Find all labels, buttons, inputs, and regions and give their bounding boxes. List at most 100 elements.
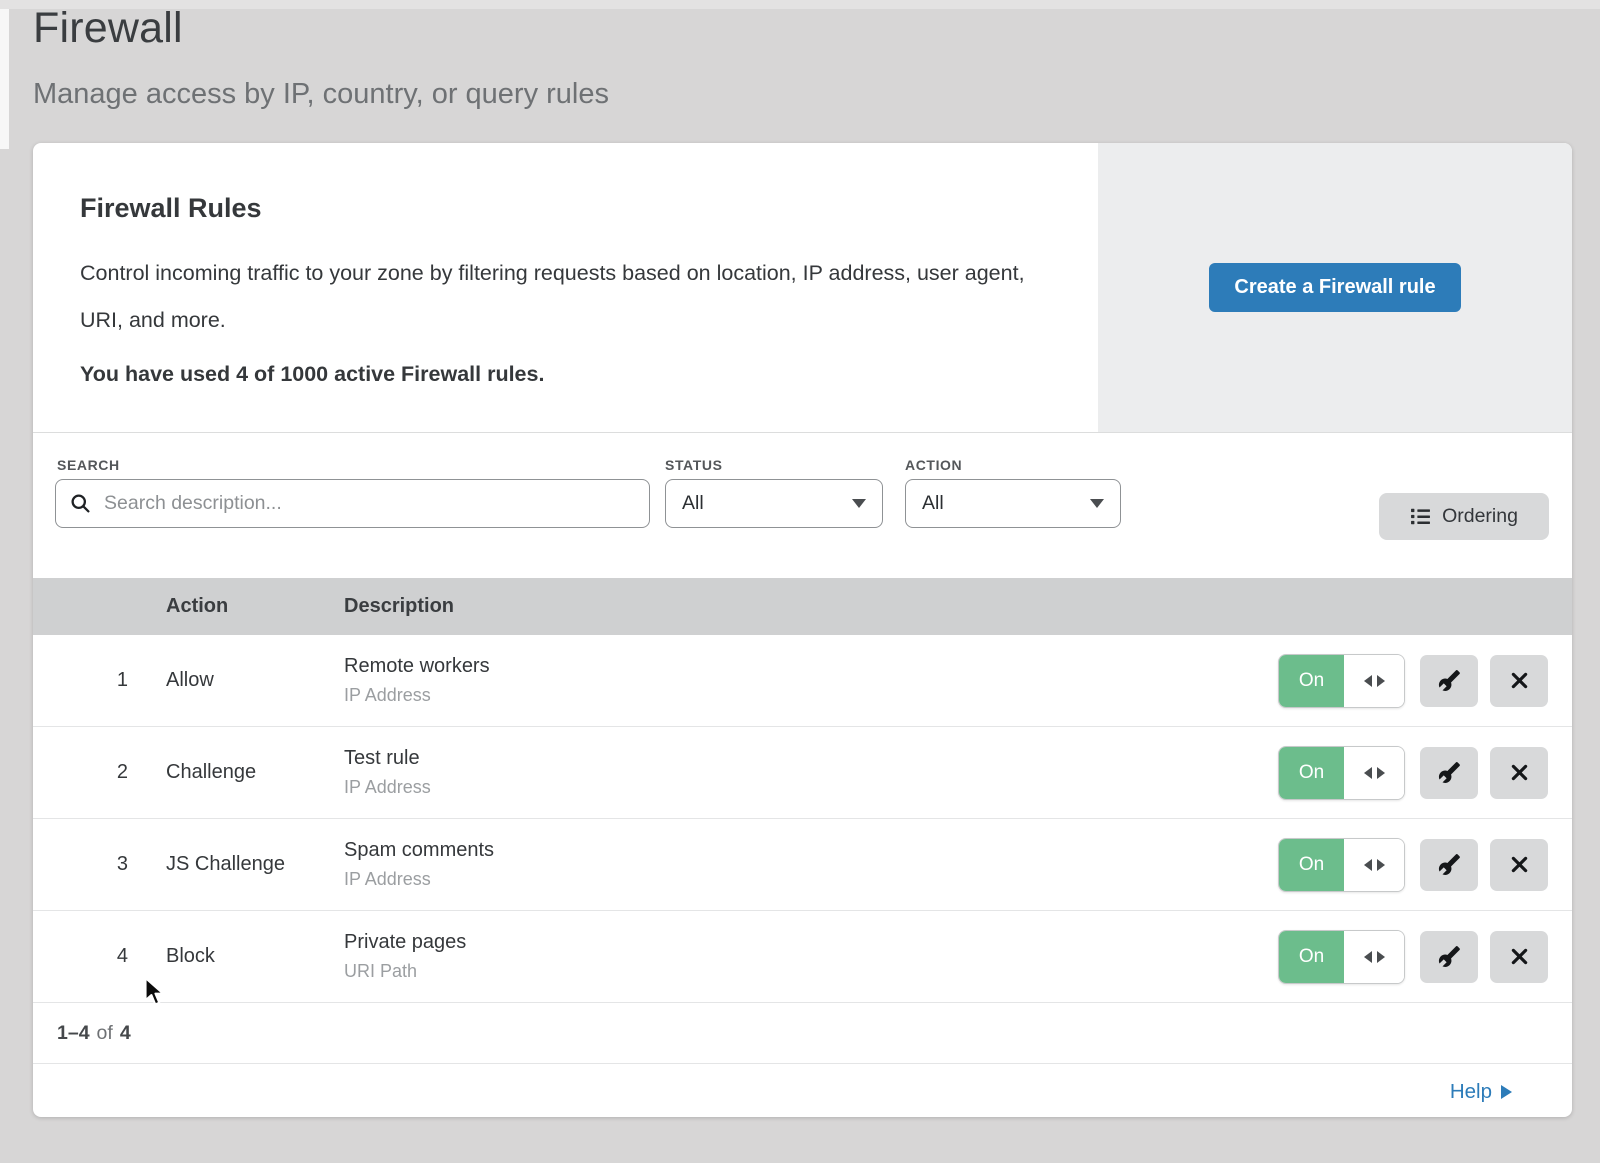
rule-action: Challenge (166, 761, 344, 784)
pagination-range: 1–4 (57, 1022, 90, 1045)
rule-priority: 1 (33, 669, 128, 692)
firewall-rules-card: Firewall Rules Control incoming traffic … (33, 143, 1572, 1117)
pagination-of: of (97, 1022, 113, 1045)
rule-controls: On (1278, 746, 1572, 800)
overview-heading: Firewall Rules (80, 193, 1048, 224)
wrench-icon (1438, 853, 1461, 876)
arrow-left-icon (1364, 859, 1372, 871)
toggle-handle (1344, 839, 1404, 891)
chevron-down-icon (852, 499, 866, 508)
rule-match-type: URI Path (344, 961, 1278, 982)
wrench-icon (1438, 945, 1461, 968)
status-selected-value: All (682, 492, 704, 515)
delete-rule-button[interactable] (1490, 839, 1548, 891)
rule-enabled-toggle[interactable]: On (1278, 930, 1405, 984)
page-left-edge (0, 9, 9, 149)
rule-description: Spam comments (344, 839, 1278, 862)
wrench-icon (1438, 761, 1461, 784)
action-selected-value: All (922, 492, 944, 515)
table-row: 4 Block Private pages URI Path On (33, 911, 1572, 1003)
toggle-on-label: On (1279, 655, 1344, 707)
overview-text-pane: Firewall Rules Control incoming traffic … (33, 143, 1098, 432)
action-label: ACTION (905, 457, 962, 473)
rule-description: Remote workers (344, 655, 1278, 678)
rule-match-type: IP Address (344, 777, 1278, 798)
rule-controls: On (1278, 930, 1572, 984)
toggle-handle (1344, 747, 1404, 799)
rule-action: Block (166, 945, 344, 968)
create-firewall-rule-button[interactable]: Create a Firewall rule (1209, 263, 1460, 312)
description-column-header: Description (344, 595, 1572, 618)
rule-priority: 4 (33, 945, 128, 968)
rule-enabled-toggle[interactable]: On (1278, 746, 1405, 800)
arrow-right-icon (1377, 951, 1385, 963)
rule-priority: 3 (33, 853, 128, 876)
table-row: 2 Challenge Test rule IP Address On (33, 727, 1572, 819)
search-input[interactable] (102, 491, 635, 516)
toggle-on-label: On (1279, 931, 1344, 983)
close-icon (1509, 946, 1530, 967)
rule-enabled-toggle[interactable]: On (1278, 654, 1405, 708)
page-subtitle: Manage access by IP, country, or query r… (33, 78, 609, 111)
rule-description-cell: Private pages URI Path (344, 931, 1278, 982)
toggle-handle (1344, 655, 1404, 707)
edit-rule-button[interactable] (1420, 931, 1478, 983)
close-icon (1509, 670, 1530, 691)
overview-section: Firewall Rules Control incoming traffic … (33, 143, 1572, 433)
rule-match-type: IP Address (344, 869, 1278, 890)
rule-description: Test rule (344, 747, 1278, 770)
arrow-right-icon (1377, 767, 1385, 779)
edit-rule-button[interactable] (1420, 747, 1478, 799)
help-bar: Help (33, 1064, 1572, 1119)
close-icon (1509, 854, 1530, 875)
edit-rule-button[interactable] (1420, 839, 1478, 891)
overview-description: Control incoming traffic to your zone by… (80, 250, 1048, 344)
create-rule-pane: Create a Firewall rule (1098, 143, 1572, 432)
search-icon (70, 493, 91, 514)
chevron-down-icon (1090, 499, 1104, 508)
rule-match-type: IP Address (344, 685, 1278, 706)
rule-priority: 2 (33, 761, 128, 784)
help-arrow-icon (1501, 1085, 1512, 1099)
arrow-right-icon (1377, 859, 1385, 871)
rule-enabled-toggle[interactable]: On (1278, 838, 1405, 892)
search-box (55, 479, 650, 528)
rule-action: Allow (166, 669, 344, 692)
rule-description-cell: Remote workers IP Address (344, 655, 1278, 706)
edit-rule-button[interactable] (1420, 655, 1478, 707)
arrow-left-icon (1364, 951, 1372, 963)
rule-description-cell: Test rule IP Address (344, 747, 1278, 798)
status-select[interactable]: All (665, 479, 883, 528)
table-row: 1 Allow Remote workers IP Address On (33, 635, 1572, 727)
pagination-bar: 1–4 of 4 (33, 1003, 1572, 1064)
arrow-left-icon (1364, 767, 1372, 779)
usage-note: You have used 4 of 1000 active Firewall … (80, 362, 1048, 387)
delete-rule-button[interactable] (1490, 655, 1548, 707)
pagination-total: 4 (120, 1022, 131, 1045)
status-label: STATUS (665, 457, 723, 473)
table-header-row: Action Description (33, 578, 1572, 635)
toggle-on-label: On (1279, 747, 1344, 799)
toggle-on-label: On (1279, 839, 1344, 891)
action-column-header: Action (166, 595, 344, 618)
ordering-button[interactable]: Ordering (1379, 493, 1549, 540)
help-link-label: Help (1450, 1080, 1492, 1104)
delete-rule-button[interactable] (1490, 747, 1548, 799)
rule-controls: On (1278, 838, 1572, 892)
filter-bar: SEARCH STATUS All ACTION All (33, 433, 1572, 578)
rule-description-cell: Spam comments IP Address (344, 839, 1278, 890)
ordering-button-label: Ordering (1442, 505, 1518, 528)
ordered-list-icon (1410, 506, 1431, 527)
table-row: 3 JS Challenge Spam comments IP Address … (33, 819, 1572, 911)
help-link[interactable]: Help (1450, 1080, 1512, 1104)
delete-rule-button[interactable] (1490, 931, 1548, 983)
search-label: SEARCH (57, 457, 120, 473)
wrench-icon (1438, 669, 1461, 692)
rule-controls: On (1278, 654, 1572, 708)
rule-description: Private pages (344, 931, 1278, 954)
page-top-edge (0, 0, 1600, 9)
page-title: Firewall (33, 4, 183, 53)
arrow-left-icon (1364, 675, 1372, 687)
toggle-handle (1344, 931, 1404, 983)
action-select[interactable]: All (905, 479, 1121, 528)
